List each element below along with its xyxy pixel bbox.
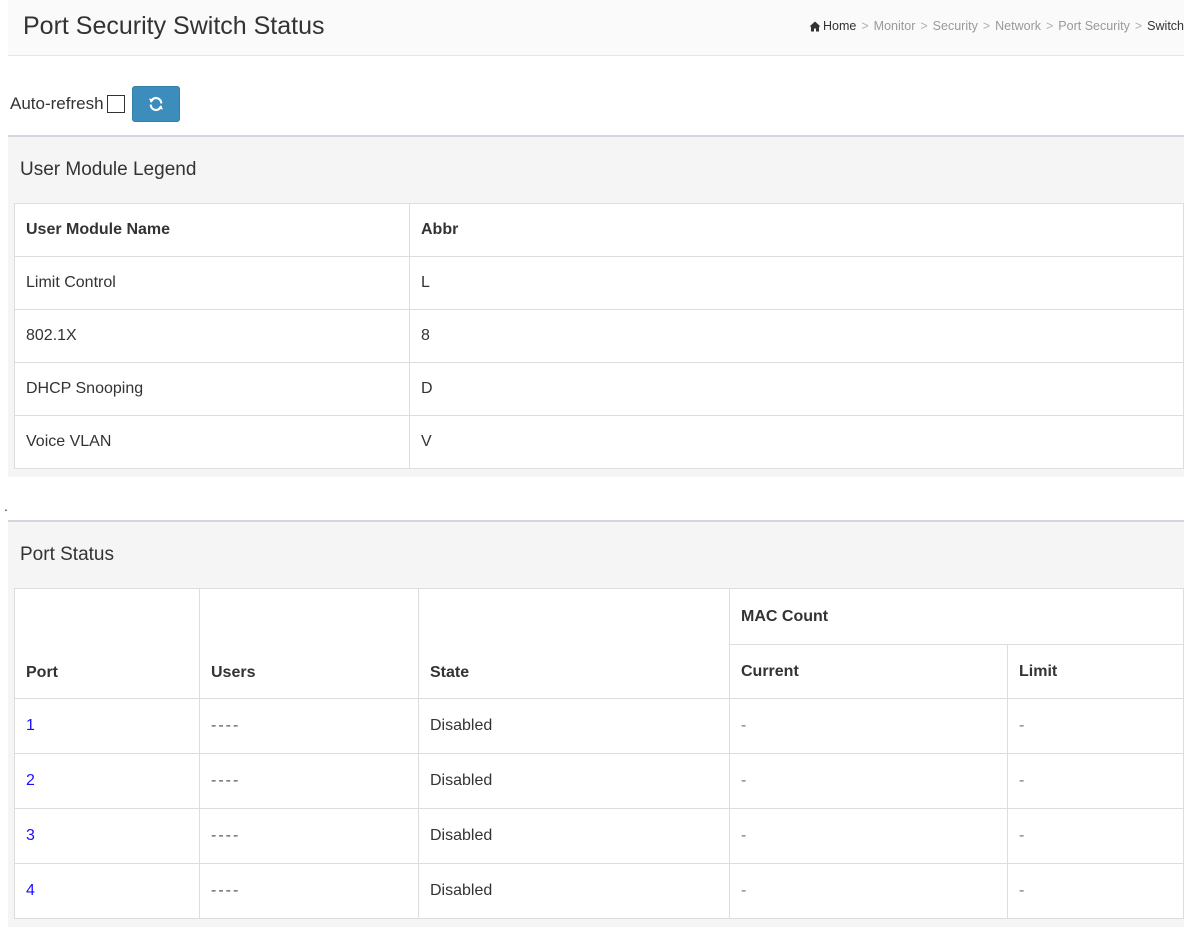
refresh-button[interactable] xyxy=(131,86,180,122)
page-title: Port Security Switch Status xyxy=(23,12,325,40)
column-header-user-module-name: User Module Name xyxy=(14,203,410,257)
column-header-current: Current xyxy=(729,644,1008,699)
column-header-users: Users xyxy=(199,588,419,699)
breadcrumb-separator: > xyxy=(1134,19,1143,33)
limit-cell: - xyxy=(1007,698,1184,754)
table-row: 3 ---- Disabled - - xyxy=(14,808,1184,864)
current-cell: - xyxy=(729,808,1008,864)
users-cell: ---- xyxy=(199,863,419,919)
legend-title: User Module Legend xyxy=(8,137,1184,203)
state-cell: Disabled xyxy=(418,753,730,809)
current-cell: - xyxy=(729,863,1008,919)
legend-module-name: 802.1X xyxy=(14,309,410,363)
port-status-panel: Port Status Port Users State MAC Count C… xyxy=(8,520,1184,927)
legend-abbr: L xyxy=(409,256,1184,310)
limit-cell: - xyxy=(1007,753,1184,809)
state-cell: Disabled xyxy=(418,808,730,864)
port-link[interactable]: 4 xyxy=(26,882,35,899)
state-cell: Disabled xyxy=(418,698,730,754)
breadcrumb-separator: > xyxy=(920,19,928,33)
table-row: 4 ---- Disabled - - xyxy=(14,863,1184,919)
port-link[interactable]: 3 xyxy=(26,827,35,844)
legend-module-name: Voice VLAN xyxy=(14,415,410,469)
legend-abbr: 8 xyxy=(409,309,1184,363)
table-row: DHCP Snooping D xyxy=(14,362,1184,416)
table-row: 2 ---- Disabled - - xyxy=(14,753,1184,809)
port-cell: 2 xyxy=(14,753,200,809)
breadcrumb-monitor[interactable]: Monitor xyxy=(874,19,916,33)
home-icon xyxy=(809,21,821,31)
port-cell: 4 xyxy=(14,863,200,919)
port-status-table: Port Users State MAC Count Current Limit… xyxy=(14,588,1184,919)
column-header-limit: Limit xyxy=(1007,644,1184,699)
breadcrumb-separator: > xyxy=(861,19,869,33)
legend-module-name: Limit Control xyxy=(14,256,410,310)
breadcrumb-port-security[interactable]: Port Security xyxy=(1058,19,1130,33)
limit-cell: - xyxy=(1007,863,1184,919)
port-status-title: Port Status xyxy=(8,522,1184,588)
port-cell: 3 xyxy=(14,808,200,864)
breadcrumb-switch: Switch xyxy=(1147,19,1184,33)
port-cell: 1 xyxy=(14,698,200,754)
users-cell: ---- xyxy=(199,698,419,754)
users-cell: ---- xyxy=(199,808,419,864)
breadcrumb-network[interactable]: Network xyxy=(995,19,1041,33)
port-link[interactable]: 2 xyxy=(26,772,35,789)
breadcrumb-separator: > xyxy=(982,19,991,33)
state-cell: Disabled xyxy=(418,863,730,919)
auto-refresh-checkbox[interactable] xyxy=(106,95,125,113)
column-header-mac-count: MAC Count xyxy=(729,588,1184,645)
refresh-icon xyxy=(148,96,163,112)
table-row: 1 ---- Disabled - - xyxy=(14,698,1184,754)
auto-refresh-bar: Auto-refresh xyxy=(10,86,180,122)
breadcrumb-security[interactable]: Security xyxy=(933,19,978,33)
page-header: Port Security Switch Status Home > Monit… xyxy=(8,0,1184,56)
legend-abbr: D xyxy=(409,362,1184,416)
users-cell: ---- xyxy=(199,753,419,809)
legend-module-name: DHCP Snooping xyxy=(14,362,410,416)
table-row: Limit Control L xyxy=(14,256,1184,310)
current-cell: - xyxy=(729,698,1008,754)
table-row: Voice VLAN V xyxy=(14,415,1184,469)
column-header-state: State xyxy=(418,588,730,699)
table-header-row: Port Users State MAC Count xyxy=(14,588,1184,699)
auto-refresh-label: Auto-refresh xyxy=(10,94,104,113)
breadcrumb-separator: > xyxy=(1045,19,1054,33)
table-header-row: User Module Name Abbr xyxy=(14,203,1184,257)
limit-cell: - xyxy=(1007,808,1184,864)
column-header-abbr: Abbr xyxy=(409,203,1184,257)
table-row: 802.1X 8 xyxy=(14,309,1184,363)
breadcrumb-home[interactable]: Home xyxy=(823,19,856,33)
port-link[interactable]: 1 xyxy=(26,717,35,734)
current-cell: - xyxy=(729,753,1008,809)
column-header-port: Port xyxy=(14,588,200,699)
separator-text: . xyxy=(4,498,8,514)
legend-abbr: V xyxy=(409,415,1184,469)
user-module-legend-panel: User Module Legend User Module Name Abbr… xyxy=(8,135,1184,477)
breadcrumb: Home > Monitor > Security > Network > Po… xyxy=(809,19,1184,33)
legend-table: User Module Name Abbr Limit Control L 80… xyxy=(14,203,1184,469)
